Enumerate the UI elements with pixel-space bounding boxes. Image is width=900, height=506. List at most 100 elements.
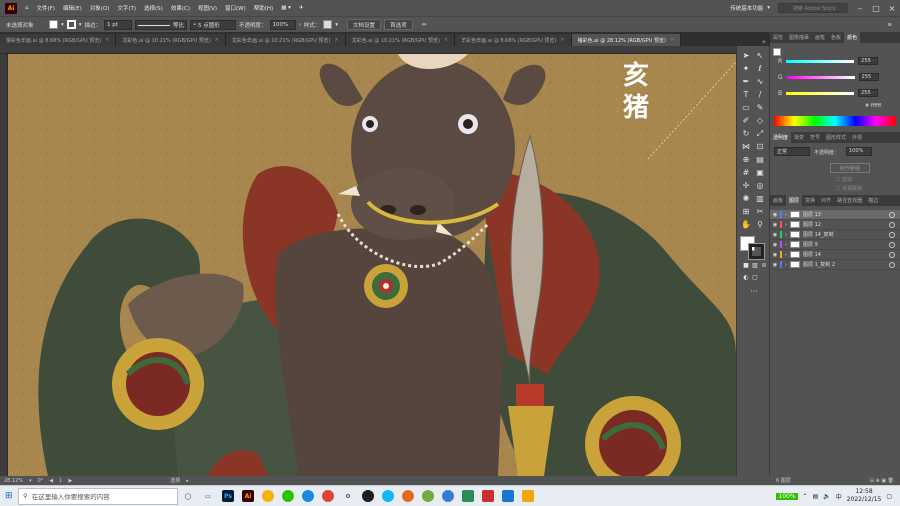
b-slider-track[interactable] (786, 91, 855, 95)
tab-doc-6-active[interactable]: 猪彩色.ai @ 28.12% (RGB/GPU 预览) × (571, 34, 682, 46)
workspace-chevron-icon[interactable]: ▾ (763, 5, 774, 11)
photoshop-icon[interactable]: Ps (222, 490, 234, 502)
menu-edit[interactable]: 编辑(E) (59, 4, 86, 12)
stroke-color-icon[interactable] (748, 243, 765, 260)
r-slider-track[interactable] (786, 59, 855, 63)
stroke-swatch[interactable] (66, 20, 76, 29)
next-artboard-icon[interactable]: ▶ (68, 478, 72, 484)
volume-icon[interactable]: 🔈 (823, 493, 830, 500)
artboard-tool-icon[interactable]: ⊞ (740, 206, 752, 217)
r-value-field[interactable]: 255 (858, 57, 879, 65)
layer-target-icon[interactable] (889, 231, 895, 238)
task-view-icon[interactable]: ◯ (182, 490, 194, 502)
none-mode-icon[interactable]: ⊘ (758, 260, 770, 271)
layer-target-icon[interactable] (889, 221, 895, 228)
shape-builder-icon[interactable]: ⊕ (740, 154, 752, 165)
magic-wand-icon[interactable]: ✦ (740, 63, 752, 74)
slider-r[interactable]: R 255 (778, 56, 896, 66)
zoom-chevron-icon[interactable]: ▾ (29, 478, 32, 484)
hand-tool-icon[interactable]: ✋ (740, 219, 752, 230)
vertical-ruler[interactable] (0, 54, 8, 476)
panel-menu-icon[interactable]: ≡ (887, 22, 892, 28)
variable-width-field[interactable]: 等比 (135, 19, 188, 30)
horizontal-ruler[interactable] (0, 46, 736, 54)
visibility-eye-icon[interactable]: ◉ (770, 222, 780, 228)
layer-row[interactable]: ◉ › 图层 1_复制 2 (770, 260, 900, 270)
app-icon[interactable] (482, 490, 494, 502)
menu-type[interactable]: 文字(T) (113, 4, 140, 12)
tab-stroke[interactable]: 描边 (865, 197, 881, 204)
rotate-tool-icon[interactable]: ↻ (740, 128, 752, 139)
workspace-switcher[interactable]: 传统基本功能 (730, 4, 763, 12)
minimize-icon[interactable]: – (852, 4, 868, 13)
layer-row[interactable]: ◉ › 图层 13 (770, 210, 900, 220)
layer-row[interactable]: ◉ › 图层 12 (770, 220, 900, 230)
gradient-tool-icon[interactable]: ▣ (754, 167, 766, 178)
expand-chevron-icon[interactable]: › (785, 242, 787, 248)
menu-view[interactable]: 视图(V) (194, 4, 221, 12)
symbol-sprayer-icon[interactable]: ✺ (740, 193, 752, 204)
graph-tool-icon[interactable]: ▥ (754, 193, 766, 204)
layer-actions-icons[interactable]: ⊟ ⊕ ▣ 🗑 (870, 478, 900, 484)
tab-doc-3[interactable]: 龙彩色年画.ai @ 10.21% (RGB/GPU 预览) × (226, 34, 346, 46)
style-swatch[interactable] (323, 20, 333, 29)
b-value-field[interactable]: 255 (858, 89, 879, 97)
menu-object[interactable]: 对象(O) (86, 4, 114, 12)
pen-tool-icon[interactable]: ✒ (740, 76, 752, 87)
home-icon[interactable]: ⌂ (21, 5, 33, 11)
close-tab-icon[interactable]: × (670, 37, 674, 43)
layer-target-icon[interactable] (889, 241, 895, 248)
tab-transparency[interactable]: 透明度 (770, 132, 792, 143)
menu-select[interactable]: 选择(S) (140, 4, 167, 12)
tab-doc-2[interactable]: 龙彩色.ai @ 10.21% (RGB/GPU 预览) × (116, 34, 226, 46)
selection-tool-icon[interactable]: ➤ (740, 50, 752, 61)
network-icon[interactable]: ▤ (813, 493, 819, 500)
preferences-button[interactable]: 首选项 (384, 19, 413, 30)
illustrator-icon[interactable]: Ai (242, 490, 254, 502)
canvas[interactable]: 亥 猪 (8, 54, 736, 476)
tab-symbols[interactable]: 符号 (807, 134, 823, 141)
layer-name[interactable]: 图层 14 (803, 251, 889, 258)
tab-appearance[interactable]: 外观 (849, 134, 865, 141)
gpu-icon[interactable]: ✈ (295, 5, 308, 11)
menu-file[interactable]: 文件(F) (33, 4, 59, 12)
tab-artboards[interactable]: 画板 (770, 197, 786, 204)
tab-properties[interactable]: 属性 (770, 34, 786, 41)
paintbrush-tool-icon[interactable]: ✎ (754, 102, 766, 113)
arrange-documents-icon[interactable]: ⇔ (422, 22, 427, 28)
visibility-eye-icon[interactable]: ◉ (770, 212, 780, 218)
invert-mask-checkbox[interactable]: ☐ 反相蒙版 (836, 185, 862, 192)
layer-target-icon[interactable] (889, 211, 895, 218)
eraser-tool-icon[interactable]: ◇ (754, 115, 766, 126)
tab-pathfinder[interactable]: 路径查找器 (834, 197, 865, 204)
layer-target-icon[interactable] (889, 251, 895, 258)
blend-tool-icon[interactable]: ◎ (754, 180, 766, 191)
blend-mode-select[interactable]: 正常 (774, 147, 810, 156)
screen-mode-icon[interactable]: ▢ (749, 272, 761, 283)
layer-row[interactable]: ◉ › 图层 9 (770, 240, 900, 250)
arrange-icon[interactable]: ▦ ▾ (277, 5, 295, 11)
tab-doc-4[interactable]: 龙彩色.ai @ 10.21% (RGB/GPU 预览) × (345, 34, 456, 46)
ime-indicator[interactable]: 中 (836, 492, 842, 501)
scale-tool-icon[interactable]: ⤢ (754, 128, 766, 139)
close-tab-icon[interactable]: × (444, 37, 448, 43)
prev-artboard-icon[interactable]: ◀ (49, 478, 53, 484)
tab-doc-5[interactable]: 羊彩色年画.ai @ 8.68% (RGB/GPU 预览) × (455, 34, 572, 46)
brush-field[interactable]: • 5 点圆形 (190, 19, 237, 30)
color-fill-preview[interactable] (773, 48, 781, 56)
app-icon[interactable] (422, 490, 434, 502)
curvature-tool-icon[interactable]: ∿ (754, 76, 766, 87)
lasso-icon[interactable]: ℓ (754, 63, 766, 74)
zoom-tool-icon[interactable]: ⚲ (754, 219, 766, 230)
tray-up-icon[interactable]: ⌃ (803, 493, 808, 500)
clock[interactable]: 12:58 2022/12/15 (847, 488, 882, 504)
line-tool-icon[interactable]: / (754, 89, 766, 100)
maximize-icon[interactable]: □ (868, 4, 884, 13)
artwork-illustration[interactable]: 亥 猪 (8, 54, 736, 476)
tab-brushes[interactable]: 画笔 (812, 34, 828, 41)
g-value-field[interactable]: 255 (858, 73, 879, 81)
menu-window[interactable]: 窗口(W) (221, 4, 250, 12)
document-setup-button[interactable]: 文档设置 (347, 19, 382, 30)
expand-chevron-icon[interactable]: › (785, 222, 787, 228)
tab-graphic-styles[interactable]: 图形样式 (823, 134, 849, 141)
